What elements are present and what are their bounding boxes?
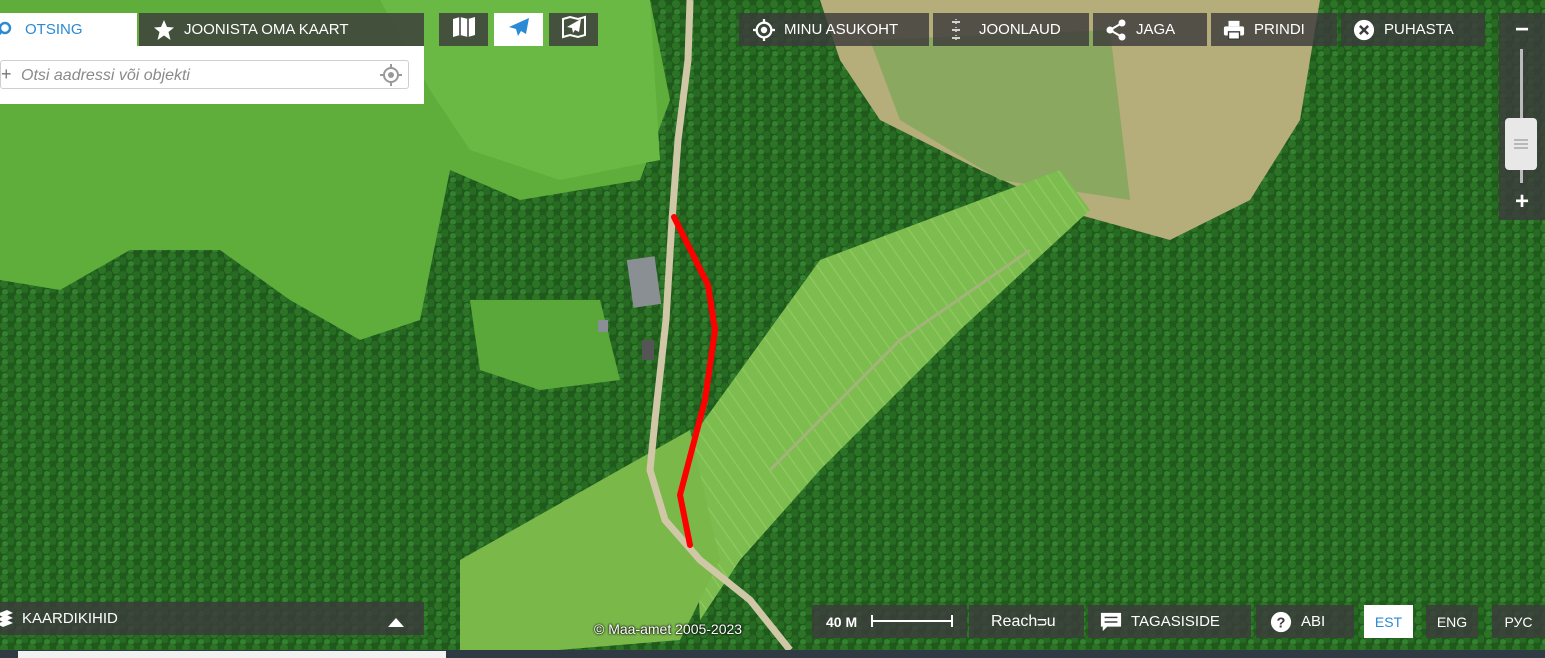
print-button[interactable]: PRINDI (1211, 13, 1337, 46)
search-panel: + (0, 46, 424, 104)
search-input[interactable] (19, 63, 373, 88)
help-label: ABI (1301, 613, 1326, 630)
clear-button[interactable]: PUHASTA (1341, 13, 1485, 46)
scale-tick-right (951, 615, 953, 627)
ruler-label: JOONLAUD (979, 21, 1061, 38)
bottom-strip-highlight (18, 651, 446, 658)
hybrid-icon (561, 15, 587, 44)
tab-search-label: OTSING (25, 21, 83, 38)
scale-line (871, 620, 953, 622)
scale-bar: 40 M (812, 605, 967, 638)
ruler-icon (945, 18, 967, 41)
feedback-icon (1100, 611, 1122, 633)
tab-draw-map[interactable]: JOONISTA OMA KAART (139, 13, 424, 46)
close-icon (1353, 19, 1375, 41)
star-icon (153, 19, 175, 41)
layers-icon (0, 608, 16, 630)
plane-icon (507, 15, 531, 44)
chevron-up-icon (388, 614, 404, 631)
map-type-aerial-button[interactable] (494, 13, 543, 46)
share-icon (1105, 19, 1127, 41)
mode-indicator[interactable]: Reachᴝu (969, 605, 1084, 638)
my-location-label: MINU ASUKOHT (784, 21, 899, 38)
locate-icon[interactable] (380, 64, 402, 91)
print-icon (1223, 19, 1245, 41)
zoom-control: − + (1499, 13, 1545, 220)
layers-button[interactable]: KAARDIKIHID (0, 602, 424, 635)
scale-tick-left (871, 615, 873, 627)
feedback-button[interactable]: TAGASISIDE (1088, 605, 1251, 638)
feedback-label: TAGASISIDE (1131, 613, 1220, 630)
lang-eng[interactable]: ENG (1426, 605, 1478, 638)
scale-label: 40 M (826, 613, 858, 630)
add-icon: + (1, 64, 12, 84)
my-location-button[interactable]: MINU ASUKOHT (739, 13, 929, 46)
search-icon (0, 19, 16, 41)
map-type-map-button[interactable] (439, 13, 488, 46)
tab-search[interactable]: OTSING (0, 13, 137, 46)
zoom-in-button[interactable]: + (1499, 185, 1545, 219)
tab-draw-map-label: JOONISTA OMA KAART (184, 21, 349, 38)
layers-label: KAARDIKIHID (22, 610, 118, 627)
search-box[interactable]: + (0, 60, 409, 89)
share-button[interactable]: JAGA (1093, 13, 1207, 46)
print-label: PRINDI (1254, 21, 1305, 38)
help-icon: ? (1270, 611, 1292, 633)
share-label: JAGA (1136, 21, 1176, 38)
zoom-out-button[interactable]: − (1499, 13, 1545, 47)
mode-label: Reachᴝu (991, 612, 1056, 630)
copyright-text: © Maa-amet 2005-2023 (594, 621, 743, 637)
lang-est[interactable]: EST (1364, 605, 1413, 638)
locate-icon (753, 18, 775, 41)
svg-text:?: ? (1277, 615, 1286, 631)
zoom-slider-handle[interactable] (1505, 118, 1537, 170)
clear-label: PUHASTA (1384, 21, 1454, 38)
lang-rus[interactable]: РУС (1492, 605, 1545, 638)
help-button[interactable]: ? ABI (1256, 605, 1354, 638)
map-icon (452, 16, 476, 43)
map-type-hybrid-button[interactable] (549, 13, 598, 46)
ruler-button[interactable]: JOONLAUD (933, 13, 1089, 46)
